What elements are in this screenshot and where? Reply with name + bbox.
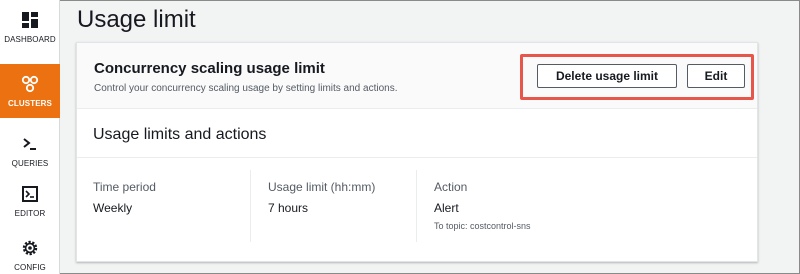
section-divider bbox=[77, 157, 757, 158]
sidebar-item-label: EDITOR bbox=[14, 208, 46, 218]
action-value: Alert bbox=[434, 201, 459, 215]
sidebar: DASHBOARD CLUSTERS QUERIES EDITOR CONFIG bbox=[0, 0, 60, 274]
action-topic: To topic: costcontrol-sns bbox=[434, 221, 531, 231]
sidebar-item-queries[interactable]: QUERIES bbox=[0, 124, 60, 178]
queries-prompt-icon bbox=[21, 135, 39, 153]
edit-button[interactable]: Edit bbox=[687, 64, 745, 88]
sidebar-item-label: DASHBOARD bbox=[4, 34, 56, 44]
sidebar-item-editor[interactable]: EDITOR bbox=[0, 174, 60, 228]
sidebar-item-label: QUERIES bbox=[11, 158, 49, 168]
dashboard-grid-icon bbox=[21, 11, 39, 29]
column-divider bbox=[250, 170, 251, 242]
config-gear-icon bbox=[21, 239, 39, 257]
column-divider bbox=[416, 170, 417, 242]
sidebar-item-dashboard[interactable]: DASHBOARD bbox=[0, 0, 60, 54]
sidebar-item-config[interactable]: CONFIG bbox=[0, 228, 60, 274]
page-title: Usage limit bbox=[77, 6, 196, 33]
clusters-icon bbox=[21, 75, 39, 93]
sidebar-item-label: CLUSTERS bbox=[8, 98, 52, 108]
card-description: Control your concurrency scaling usage b… bbox=[94, 83, 398, 94]
card-title: Concurrency scaling usage limit bbox=[94, 60, 325, 77]
editor-terminal-icon bbox=[21, 185, 39, 203]
delete-usage-limit-button[interactable]: Delete usage limit bbox=[537, 64, 677, 88]
usage-limit-label: Usage limit (hh:mm) bbox=[268, 180, 376, 194]
time-period-value: Weekly bbox=[93, 201, 133, 215]
sidebar-item-label: CONFIG bbox=[14, 262, 46, 272]
time-period-label: Time period bbox=[93, 180, 156, 194]
sidebar-item-clusters[interactable]: CLUSTERS bbox=[0, 64, 60, 118]
action-label: Action bbox=[434, 180, 468, 194]
usage-limit-value: 7 hours bbox=[268, 201, 309, 215]
section-title: Usage limits and actions bbox=[93, 126, 267, 143]
